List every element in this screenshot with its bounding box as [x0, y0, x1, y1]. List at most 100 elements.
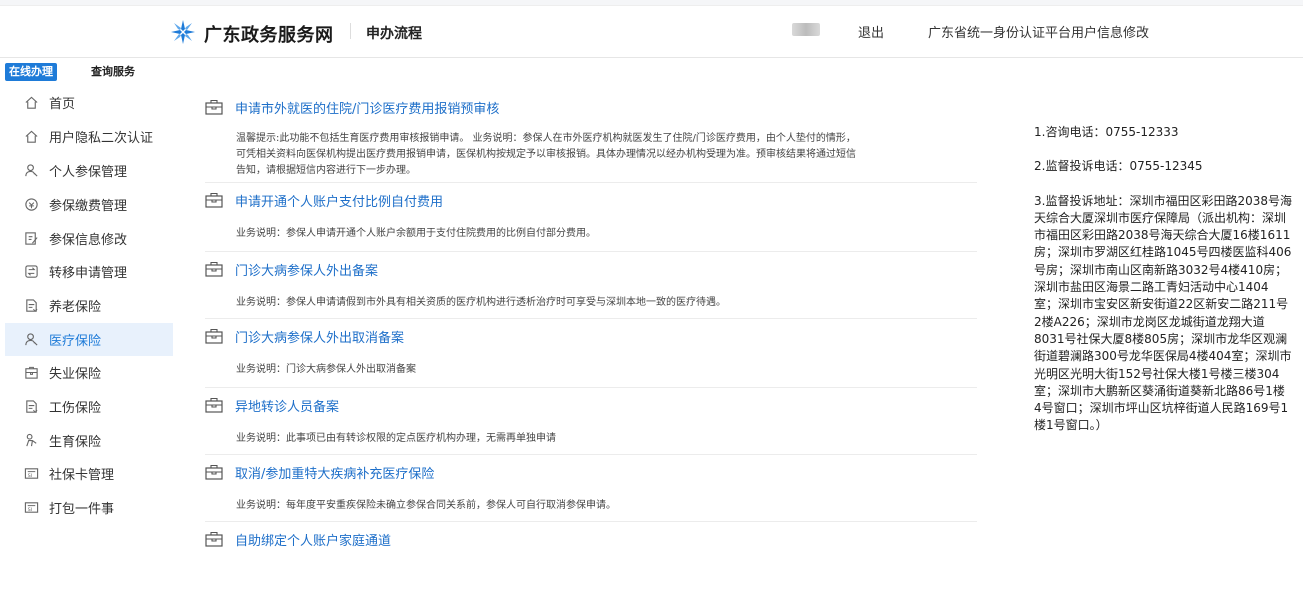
top-header: 广东政务服务网 申办流程 退出 广东省统一身份认证平台用户信息修改	[0, 0, 1303, 58]
complaint-address: 3.监督投诉地址：深圳市福田区彩田路2038号海天综合大厦深圳市医疗保障局（派出…	[1034, 193, 1292, 433]
service-title: 申请开通个人账户支付比例自付费用	[235, 194, 444, 210]
sidebar-item-label: 用户隐私二次认证	[49, 131, 154, 146]
top-strip	[0, 0, 1303, 6]
svg-text:SI: SI	[27, 507, 31, 513]
sidebar-item-label: 养老保险	[49, 300, 102, 315]
sidebar-item-label: 生育保险	[49, 435, 102, 450]
consult-phone: 1.咨询电话：0755-12333	[1034, 125, 1179, 139]
tab-online-service[interactable]: 在线办理	[5, 63, 57, 81]
sidebar-item-4[interactable]: 参保缴费管理	[5, 188, 173, 221]
service-link[interactable]: 门诊大病参保人外出备案	[205, 259, 378, 279]
briefcase-icon	[205, 261, 223, 277]
info-panel: 1.咨询电话：0755-12333 2.监督投诉电话：0755-12345 3.…	[1034, 124, 1292, 435]
briefcase-icon	[23, 365, 39, 381]
sidebar-item-label: 社保卡管理	[49, 468, 115, 483]
service-title: 门诊大病参保人外出备案	[235, 263, 379, 279]
baby-icon	[23, 433, 39, 449]
service-description: 可凭相关资料向医保机构提出医疗费用报销申请，医保机构按规定予以审核报销。具体办理…	[236, 149, 856, 160]
sidebar-item-1[interactable]: 首页	[5, 86, 173, 119]
service-item: 异地转诊人员备案业务说明：此事项已由有转诊权限的定点医疗机构办理，无需再单独申请	[205, 395, 977, 455]
sidebar-item-label: 个人参保管理	[49, 165, 128, 180]
document-icon	[23, 399, 39, 415]
service-item: 门诊大病参保人外出备案 业务说明：参保人申请请假到市外具有相关资质的医疗机构进行透…	[205, 259, 977, 319]
service-description: 业务说明：此事项已由有转诊权限的定点医疗机构办理，无需再单独申请	[236, 433, 556, 444]
briefcase-icon	[205, 464, 223, 480]
service-link[interactable]: 自助绑定个人账户家庭通道	[205, 529, 391, 549]
service-item: 门诊大病参保人外出取消备案业务说明：门诊大病参保人外出取消备案	[205, 326, 977, 388]
sidebar-item-12[interactable]: SI 社保卡管理	[5, 457, 173, 490]
card-icon: SI	[23, 500, 39, 516]
service-title: 自助绑定个人账户家庭通道	[235, 533, 392, 549]
card-icon: SI	[23, 466, 39, 482]
divider	[205, 318, 977, 319]
service-item: 申请市外就医的住院/门诊医疗费用报销预审核温馨提示:此功能不包括生育医疗费用审核…	[205, 97, 977, 183]
home-icon	[23, 129, 39, 145]
service-link[interactable]: 取消/参加重特大疾病补充医疗保险	[205, 462, 434, 482]
svg-text:SI: SI	[27, 473, 31, 479]
divider	[205, 454, 977, 455]
service-item: 申请开通个人账户支付比例自付费用业务说明：参保人申请开通个人账户余额用于支付住院…	[205, 190, 977, 252]
payment-icon	[23, 197, 39, 213]
service-link[interactable]: 异地转诊人员备案	[205, 395, 339, 415]
transfer-icon	[23, 264, 39, 280]
briefcase-icon	[205, 531, 223, 547]
briefcase-icon	[205, 192, 223, 208]
sidebar-item-10[interactable]: 工伤保险	[5, 390, 173, 423]
sidebar-item-6[interactable]: 转移申请管理	[5, 255, 173, 288]
briefcase-icon	[205, 397, 223, 413]
sidebar-item-7[interactable]: 养老保险	[5, 289, 173, 322]
sidebar-item-label: 参保缴费管理	[49, 199, 128, 214]
sidebar-item-8[interactable]: 医疗保险	[5, 323, 173, 356]
service-link[interactable]: 门诊大病参保人外出取消备案	[205, 326, 404, 346]
site-name: 广东政务服务网	[204, 25, 334, 46]
home-icon	[23, 95, 39, 111]
user-icon	[23, 163, 39, 179]
service-title: 门诊大病参保人外出取消备案	[235, 330, 405, 346]
service-link[interactable]: 申请市外就医的住院/门诊医疗费用报销预审核	[205, 97, 499, 117]
sidebar-item-11[interactable]: 生育保险	[5, 424, 173, 457]
logout-link[interactable]: 退出	[858, 22, 884, 41]
document-icon	[23, 298, 39, 314]
tab-query-service[interactable]: 查询服务	[87, 63, 139, 81]
service-description: 业务说明：门诊大病参保人外出取消备案	[236, 364, 416, 375]
service-description: 业务说明：每年度平安重疾保险未确立参保合同关系前，参保人可自行取消参保申请。	[236, 500, 616, 511]
header-divider	[350, 23, 351, 39]
user-icon	[23, 332, 39, 348]
sidebar-item-label: 失业保险	[49, 367, 102, 382]
divider	[205, 251, 977, 252]
sidebar-item-label: 参保信息修改	[49, 233, 128, 248]
service-description: 业务说明：参保人申请开通个人账户余额用于支付住院费用的比例自付部分费用。	[236, 228, 596, 239]
divider	[205, 387, 977, 388]
sidebar-item-label: 工伤保险	[49, 401, 102, 416]
edit-icon	[23, 231, 39, 247]
sidebar-item-3[interactable]: 个人参保管理	[5, 154, 173, 187]
page-title: 申办流程	[366, 26, 422, 42]
divider	[205, 182, 977, 183]
sidebar-item-label: 首页	[49, 97, 76, 112]
briefcase-icon	[205, 99, 223, 115]
service-title: 取消/参加重特大疾病补充医疗保险	[235, 466, 435, 482]
service-link[interactable]: 申请开通个人账户支付比例自付费用	[205, 190, 443, 210]
profile-edit-link[interactable]: 广东省统一身份认证平台用户信息修改	[928, 22, 1149, 41]
complaint-phone: 2.监督投诉电话：0755-12345	[1034, 159, 1203, 174]
service-description: 温馨提示:此功能不包括生育医疗费用审核报销申请。 业务说明：参保人在市外医疗机构…	[236, 133, 856, 144]
sidebar-item-13[interactable]: SI 打包一件事	[5, 491, 173, 524]
sidebar: 首页用户隐私二次认证 个人参保管理 参保缴费管理 参保信息修改 转移申请管理 养老保险医疗…	[5, 86, 173, 546]
service-item: 自助绑定个人账户家庭通道	[205, 529, 977, 589]
username-blurred	[792, 23, 820, 36]
sidebar-item-9[interactable]: 失业保险	[5, 356, 173, 389]
site-logo[interactable]: 广东政务服务网	[170, 19, 334, 49]
service-item: 取消/参加重特大疾病补充医疗保险业务说明：每年度平安重疾保险未确立参保合同关系前…	[205, 462, 977, 522]
logo-icon	[170, 19, 196, 49]
service-description: 告知，请根据短信内容进行下一步办理。	[236, 165, 416, 176]
sidebar-item-label: 医疗保险	[49, 334, 102, 349]
sidebar-item-label: 打包一件事	[49, 502, 115, 517]
sidebar-item-2[interactable]: 用户隐私二次认证	[5, 120, 173, 153]
sidebar-item-label: 转移申请管理	[49, 266, 128, 281]
service-title: 异地转诊人员备案	[235, 399, 340, 415]
main-tabs: 在线办理 查询服务	[0, 58, 1303, 86]
sidebar-item-5[interactable]: 参保信息修改	[5, 222, 173, 255]
service-title: 申请市外就医的住院/门诊医疗费用报销预审核	[235, 101, 500, 117]
briefcase-icon	[205, 328, 223, 344]
divider	[205, 521, 977, 522]
